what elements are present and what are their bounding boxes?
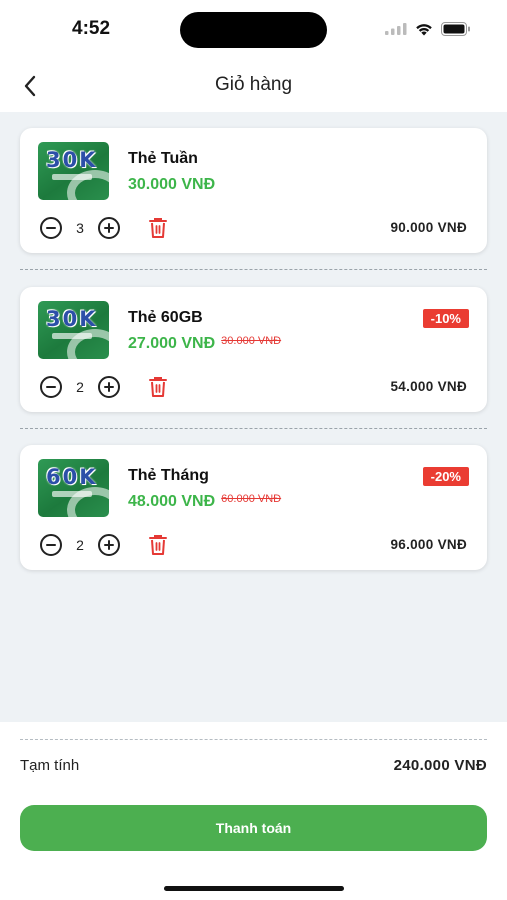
quantity-value: 2 — [76, 379, 84, 395]
divider — [20, 269, 487, 270]
cart-item: 60K Thẻ Tháng -20% 48.000 VNĐ 60.000 VNĐ … — [20, 445, 487, 570]
increase-quantity-button[interactable] — [98, 376, 120, 398]
line-total: 90.000 VNĐ — [390, 220, 467, 235]
checkout-button[interactable]: Thanh toán — [20, 805, 487, 851]
delete-item-button[interactable] — [148, 534, 168, 556]
minus-icon — [46, 544, 56, 546]
plus-icon — [104, 382, 114, 392]
item-price-value: 30.000 VNĐ — [128, 176, 216, 193]
minus-icon — [46, 227, 56, 229]
item-name: Thẻ 60GB — [128, 309, 203, 326]
thumbnail-label: 30K — [46, 148, 98, 172]
dynamic-island — [180, 12, 327, 48]
increase-quantity-button[interactable] — [98, 217, 120, 239]
product-thumbnail: 30K — [38, 301, 109, 359]
subtotal-value: 240.000 VNĐ — [393, 757, 487, 774]
product-thumbnail: 60K — [38, 459, 109, 517]
divider — [20, 428, 487, 429]
thumbnail-label: 60K — [46, 465, 98, 489]
cart-item: 30K Thẻ Tuần 30.000 VNĐ 3 90.000 VNĐ — [20, 128, 487, 253]
page-title: Giỏ hàng — [214, 74, 293, 95]
decrease-quantity-button[interactable] — [40, 217, 62, 239]
item-name: Thẻ Tháng — [128, 467, 209, 484]
cart-item: 30K Thẻ 60GB -10% 27.000 VNĐ 30.000 VNĐ 2… — [20, 287, 487, 412]
delete-item-button[interactable] — [148, 217, 168, 239]
item-price-value: 48.000 VNĐ — [128, 493, 216, 510]
original-price: 30.000 VNĐ — [221, 335, 282, 347]
line-total: 54.000 VNĐ — [390, 379, 467, 394]
quantity-value: 3 — [76, 220, 84, 236]
divider — [20, 739, 487, 740]
trash-icon — [149, 535, 167, 555]
decrease-quantity-button[interactable] — [40, 376, 62, 398]
battery-icon — [441, 22, 470, 36]
original-price: 60.000 VNĐ — [221, 493, 282, 505]
item-price: 30.000 VNĐ — [128, 176, 215, 194]
trash-icon — [149, 218, 167, 238]
item-price: 27.000 VNĐ 30.000 VNĐ — [128, 335, 281, 353]
plus-icon — [104, 540, 114, 550]
quantity-value: 2 — [76, 537, 84, 553]
checkout-panel: Tạm tính 240.000 VNĐ Thanh toán — [0, 722, 507, 900]
delete-item-button[interactable] — [148, 376, 168, 398]
status-bar: 4:52 — [0, 0, 507, 60]
item-name: Thẻ Tuần — [128, 150, 198, 167]
quantity-stepper: 3 — [40, 217, 120, 239]
item-price: 48.000 VNĐ 60.000 VNĐ — [128, 493, 281, 511]
thumbnail-label: 30K — [46, 307, 98, 331]
cart-list: 30K Thẻ Tuần 30.000 VNĐ 3 90.000 VNĐ 30K… — [0, 112, 507, 722]
status-icons — [385, 20, 471, 38]
subtotal-label: Tạm tính — [20, 757, 80, 774]
trash-icon — [149, 377, 167, 397]
signal-icon — [385, 23, 407, 35]
increase-quantity-button[interactable] — [98, 534, 120, 556]
discount-badge: -20% — [422, 467, 469, 486]
decrease-quantity-button[interactable] — [40, 534, 62, 556]
quantity-stepper: 2 — [40, 534, 120, 556]
item-price-value: 27.000 VNĐ — [128, 335, 216, 352]
line-total: 96.000 VNĐ — [390, 537, 467, 552]
home-indicator — [164, 886, 344, 891]
quantity-stepper: 2 — [40, 376, 120, 398]
wifi-icon — [416, 23, 432, 35]
product-thumbnail: 30K — [38, 142, 109, 200]
discount-badge: -10% — [422, 309, 469, 328]
nav-bar: Giỏ hàng — [0, 60, 507, 112]
plus-icon — [104, 223, 114, 233]
minus-icon — [46, 386, 56, 388]
status-time: 4:52 — [72, 18, 111, 39]
